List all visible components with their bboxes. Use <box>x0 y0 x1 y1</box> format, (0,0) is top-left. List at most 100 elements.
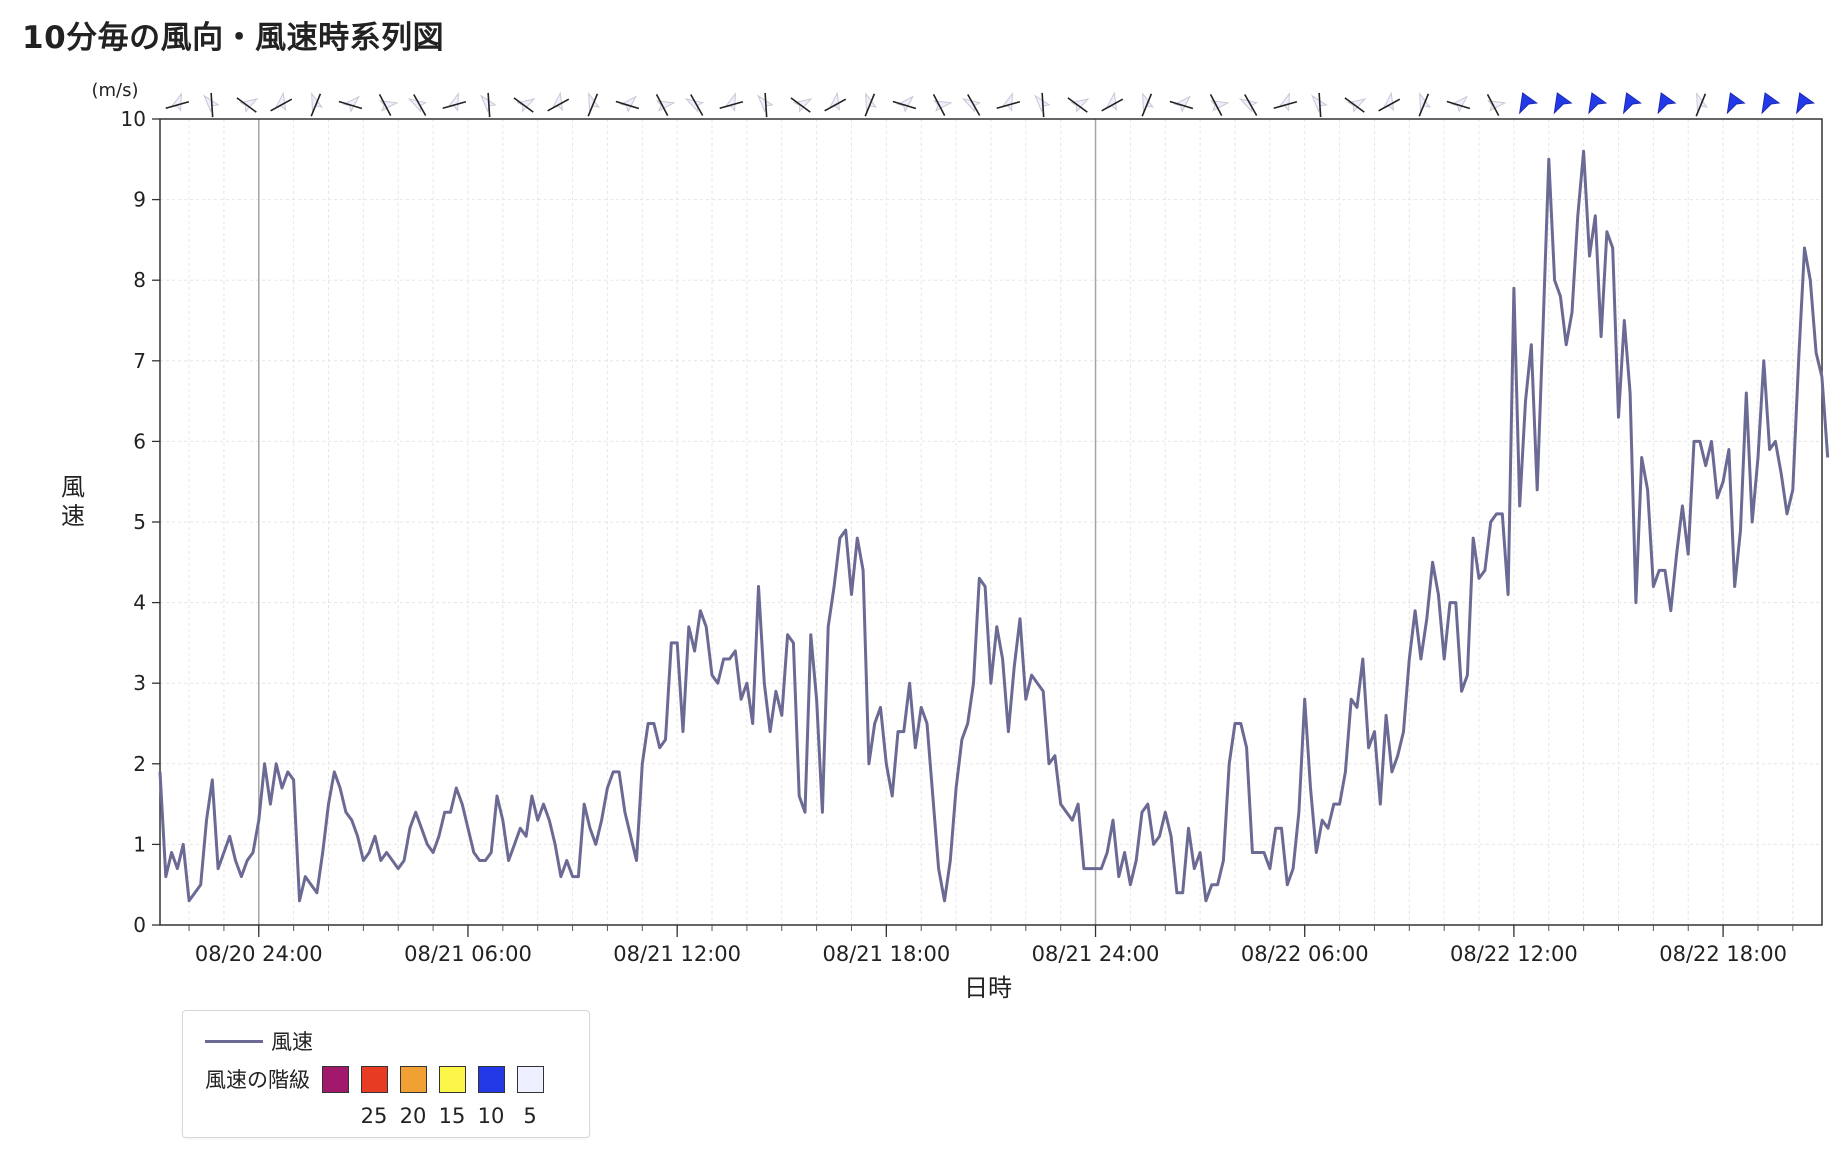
wind-arrow <box>1553 92 1573 115</box>
grid-lines <box>160 119 1822 925</box>
wind-arrow-shape <box>1311 94 1328 113</box>
wind-arrow-stroke <box>413 94 427 116</box>
wind-arrow-shape <box>1238 98 1259 113</box>
legend-value-25: 25 <box>360 1104 388 1128</box>
wind-arrow <box>1418 92 1432 117</box>
wind-direction-arrows <box>165 91 1816 118</box>
wind-arrow <box>1518 92 1539 115</box>
wind-arrow <box>165 92 190 112</box>
wind-arrow <box>203 92 220 118</box>
y-axis-label-char: 速 <box>61 502 85 530</box>
series-lines <box>158 149 1830 903</box>
wind-arrow-stroke <box>864 93 876 117</box>
wind-arrow <box>1726 92 1746 115</box>
wind-arrow-shape <box>1795 92 1816 115</box>
y-tick-label: 3 <box>133 671 146 695</box>
x-tick-label: 08/21 24:00 <box>1032 942 1160 966</box>
y-tick-label: 9 <box>133 188 146 212</box>
wind-arrow-stroke <box>487 92 491 118</box>
y-tick-label: 2 <box>133 752 146 776</box>
wind-arrow-shape <box>757 94 774 113</box>
wind-arrow <box>378 93 399 117</box>
wind-arrow <box>615 95 640 113</box>
wind-arrow-stroke <box>764 92 768 118</box>
wind-arrow <box>892 95 917 113</box>
wind-arrow <box>1486 93 1507 117</box>
wind-arrow <box>1344 97 1367 113</box>
wind-arrow <box>1657 92 1677 115</box>
wind-arrow <box>1311 92 1328 118</box>
y-axis-label-char: 風 <box>61 473 85 501</box>
wind-arrow <box>513 97 536 113</box>
wind-arrow <box>1101 91 1124 112</box>
wind-arrow-shape <box>407 98 428 113</box>
wind-arrow <box>824 91 847 112</box>
legend-value-10: 10 <box>477 1104 505 1128</box>
series-line-wind-speed <box>158 149 1830 903</box>
y-tick-label: 8 <box>133 268 146 292</box>
wind-arrow-stroke <box>1418 93 1430 117</box>
wind-arrow-stroke <box>310 93 322 117</box>
y-tick-label: 7 <box>133 349 146 373</box>
wind-arrow-stroke <box>587 93 599 117</box>
wind-arrow-stroke <box>1695 93 1707 117</box>
wind-arrow <box>1067 97 1090 113</box>
legend: 風速 風速の階級 25 20 15 10 5 <box>182 1010 590 1138</box>
x-tick-label: 08/22 12:00 <box>1450 942 1578 966</box>
legend-value-15: 15 <box>438 1104 466 1128</box>
wind-arrow-stroke <box>1067 97 1088 113</box>
y-tick-label: 6 <box>133 429 146 453</box>
wind-arrow-shape <box>961 98 982 113</box>
wind-arrow <box>587 92 601 117</box>
wind-arrow-stroke <box>1318 92 1322 118</box>
wind-arrow <box>1034 92 1051 118</box>
wind-arrow <box>684 94 705 116</box>
wind-arrow-shape <box>1622 92 1642 115</box>
wind-arrow-stroke <box>1041 92 1045 118</box>
legend-class-row: 風速の階級 <box>205 1064 544 1094</box>
legend-swatch-10 <box>439 1065 466 1093</box>
legend-class-label: 風速の階級 <box>205 1068 310 1092</box>
wind-arrow-stroke <box>1141 93 1153 117</box>
legend-series-row: 風速 <box>205 1028 313 1054</box>
wind-arrow <box>790 97 813 113</box>
wind-arrow-shape <box>1001 92 1013 112</box>
wind-arrow-stroke <box>513 97 534 113</box>
wind-arrow <box>1378 91 1401 112</box>
wind-arrow-shape <box>480 94 497 113</box>
y-tick-label: 5 <box>133 510 146 534</box>
wind-speed-chart: 0 1 2 3 4 5 6 7 8 9 10 08/20 24:00 08/21 06:00 08/21 … <box>61 80 1830 1000</box>
wind-arrow <box>1169 95 1194 113</box>
legend-swatch-20 <box>361 1065 388 1093</box>
y-unit-label: (m/s) <box>91 80 138 101</box>
wind-arrow-shape <box>1657 92 1677 115</box>
wind-arrow <box>442 92 467 112</box>
wind-arrow <box>961 94 982 116</box>
x-axis-label: 日時 <box>964 974 1012 1000</box>
wind-arrow-shape <box>1278 92 1290 112</box>
wind-arrow <box>1273 92 1298 112</box>
wind-arrow-stroke <box>442 100 467 110</box>
x-tick-label: 08/21 18:00 <box>822 942 950 966</box>
y-tick-label: 1 <box>133 832 146 856</box>
wind-arrow <box>407 94 428 116</box>
wind-arrow <box>1695 92 1709 117</box>
legend-series-label: 風速 <box>271 1030 313 1054</box>
wind-arrow-shape <box>203 94 220 113</box>
wind-arrow-stroke <box>790 97 811 113</box>
wind-arrow-stroke <box>690 94 704 116</box>
wind-arrow-shape <box>1553 92 1573 115</box>
wind-arrow-shape <box>1761 92 1781 115</box>
y-tick-label: 10 <box>121 107 146 131</box>
wind-arrow-shape <box>1034 94 1051 113</box>
wind-arrow-shape <box>684 98 705 113</box>
x-tick-label: 08/21 06:00 <box>404 942 532 966</box>
legend-swatch-below-5 <box>517 1065 544 1093</box>
wind-arrow-stroke <box>1344 97 1365 113</box>
wind-arrow <box>1446 95 1471 113</box>
wind-arrow-stroke <box>1273 100 1298 110</box>
wind-arrow-shape <box>1518 92 1539 115</box>
legend-swatch-5 <box>478 1065 505 1093</box>
wind-arrow <box>1141 92 1155 117</box>
wind-arrow <box>480 92 497 118</box>
